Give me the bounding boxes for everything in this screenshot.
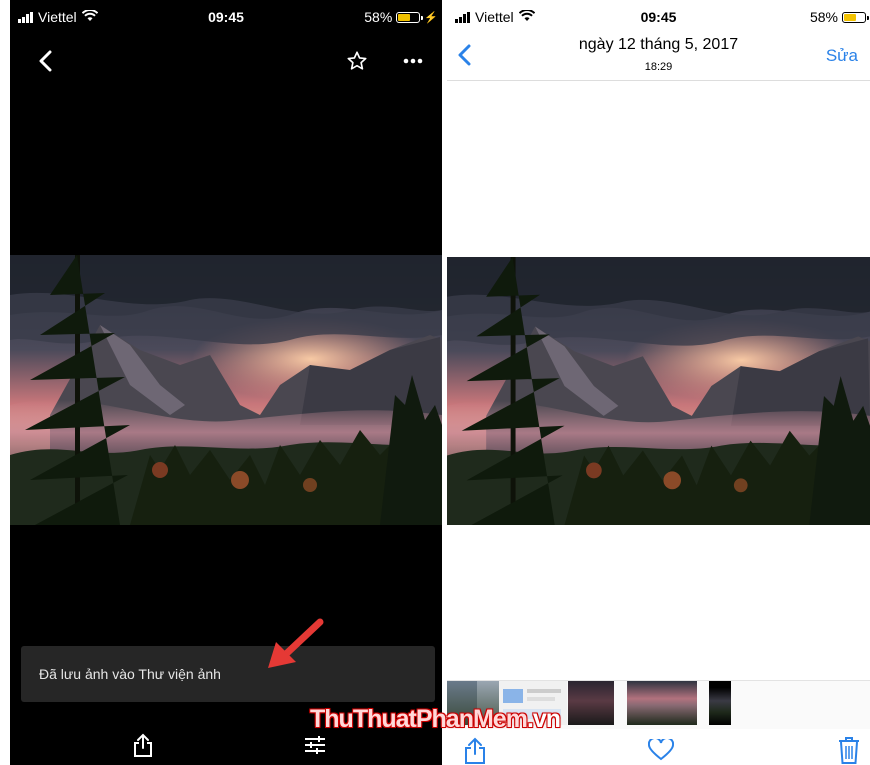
- photo[interactable]: [447, 257, 870, 525]
- nav-title: ngày 12 tháng 5, 2017: [578, 36, 739, 53]
- more-icon[interactable]: [398, 48, 428, 74]
- charging-icon: ⚡: [424, 11, 438, 24]
- heart-icon[interactable]: [646, 737, 676, 763]
- star-icon[interactable]: [344, 48, 370, 74]
- left-screen: Viettel 09:45 58% ⚡ Đã lưu ảnh vào Thư v…: [10, 0, 442, 765]
- status-bar: Viettel 09:45 58% ⚡: [10, 0, 442, 36]
- battery-icon: [396, 11, 424, 23]
- edit-button[interactable]: Sửa: [826, 46, 858, 66]
- share-icon[interactable]: [128, 730, 158, 760]
- thumbnail[interactable]: [709, 681, 731, 725]
- saved-toast: Đã lưu ảnh vào Thư viện ảnh: [21, 646, 435, 702]
- trash-icon[interactable]: [835, 735, 863, 765]
- red-arrow-annotation: [258, 616, 328, 672]
- watermark-domain: .vn: [526, 705, 561, 733]
- nav-subtitle: 18:29: [644, 61, 673, 73]
- adjust-icon[interactable]: [300, 730, 330, 760]
- photo[interactable]: [10, 255, 442, 525]
- back-chevron-icon[interactable]: [32, 48, 58, 74]
- right-screen: Viettel 09:45 58% ngày 12 tháng 5, 2017 …: [447, 0, 870, 765]
- thumbnail[interactable]: [568, 681, 614, 725]
- toast-text: Đã lưu ảnh vào Thư viện ảnh: [39, 666, 221, 682]
- battery-percent: 58%: [809, 9, 838, 25]
- share-icon[interactable]: [461, 735, 489, 765]
- status-bar: Viettel 09:45 58%: [447, 0, 870, 36]
- watermark: ThuThuatPhanMem.vn: [310, 705, 561, 734]
- battery-icon: [842, 11, 869, 23]
- clock: 09:45: [640, 9, 677, 25]
- battery-percent: 58%: [364, 9, 393, 25]
- watermark-text: ThuThuatPhanMem: [310, 705, 528, 733]
- thumbnail-selected[interactable]: [627, 681, 697, 725]
- navbar-border: [447, 80, 870, 81]
